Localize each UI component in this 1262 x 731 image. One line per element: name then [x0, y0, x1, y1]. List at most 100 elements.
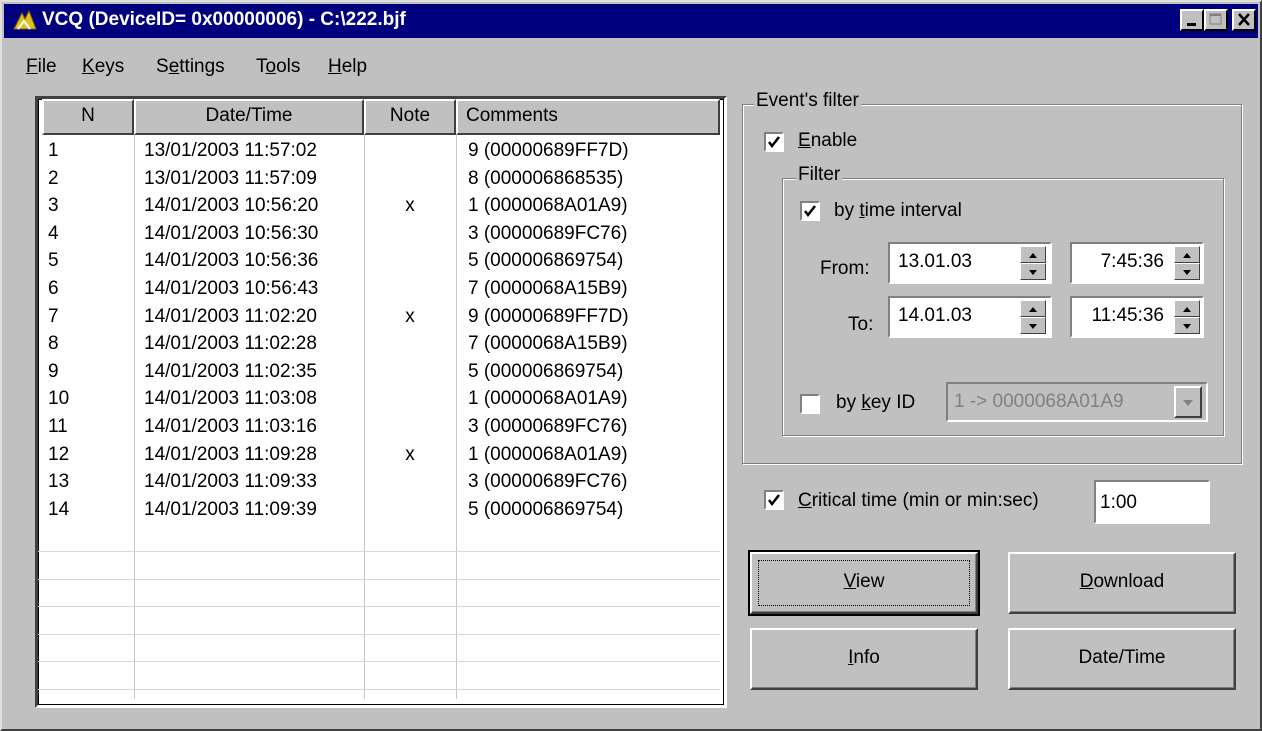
table-row[interactable]: 14 14/01/2003 11:09:39 5 (000006869754): [38, 496, 720, 524]
cell-note: [364, 413, 456, 440]
cell-n: 7: [48, 305, 59, 327]
from-label: From:: [820, 258, 870, 279]
close-button[interactable]: [1232, 9, 1256, 31]
cell-comment: 3 (00000689FC76): [468, 416, 628, 437]
cell-comment: 3 (00000689FC76): [468, 222, 628, 244]
maximize-button[interactable]: [1204, 9, 1228, 31]
row-divider: [38, 606, 720, 608]
cell-comment: 8 (000006868535): [468, 167, 624, 189]
table-row[interactable]: 7 14/01/2003 11:02:20 x 9 (00000689FF7D): [38, 303, 720, 331]
spin-up-button[interactable]: [1174, 246, 1200, 263]
download-button[interactable]: Download: [1008, 552, 1236, 614]
table-row[interactable]: 12 14/01/2003 11:09:28 x 1 (0000068A01A9): [38, 441, 720, 469]
cell-comment: 5 (000006869754): [468, 498, 624, 520]
column-header-datetime[interactable]: Date/Time: [134, 99, 364, 135]
cell-comment: 7 (0000068A15B9): [468, 333, 628, 355]
cell-comment: 9 (00000689FF7D): [468, 140, 629, 161]
cell-note: [364, 330, 456, 357]
cell-note: [364, 385, 456, 412]
to-time-spinner[interactable]: [1174, 300, 1200, 334]
from-time-picker[interactable]: 7:45:36: [1070, 242, 1204, 284]
minimize-button[interactable]: [1180, 9, 1204, 31]
cell-n: 12: [48, 443, 70, 465]
spin-down-button[interactable]: [1020, 263, 1046, 280]
row-divider: [38, 578, 720, 580]
close-icon: [1238, 13, 1250, 26]
info-button[interactable]: Info: [750, 628, 978, 690]
column-header-comments[interactable]: Comments: [456, 99, 720, 135]
title-bar[interactable]: VCQ (DeviceID= 0x00000006) - C:\222.bjf: [4, 4, 1258, 38]
column-header-n[interactable]: N: [42, 99, 134, 135]
from-time-spinner[interactable]: [1174, 246, 1200, 280]
menu-settings[interactable]: Settings: [156, 56, 225, 78]
enable-label: Enable: [798, 130, 858, 151]
menu-file[interactable]: File: [26, 56, 57, 78]
cell-note: x: [405, 195, 415, 217]
table-row[interactable]: 4 14/01/2003 10:56:30 3 (00000689FC76): [38, 220, 720, 248]
table-row[interactable]: 1 13/01/2003 11:57:02 9 (00000689FF7D): [38, 137, 720, 165]
cell-note: [364, 220, 456, 247]
from-date-picker[interactable]: 13.01.03: [888, 242, 1052, 284]
cell-datetime: 14/01/2003 11:09:33: [144, 471, 317, 493]
arrow-down-icon: [1183, 270, 1191, 275]
key-id-select[interactable]: 1 -> 0000068A01A9: [946, 382, 1208, 422]
key-id-dropdown-button[interactable]: [1174, 386, 1202, 418]
table-row[interactable]: 3 14/01/2003 10:56:20 x 1 (0000068A01A9): [38, 192, 720, 220]
to-time-picker[interactable]: 11:45:36: [1070, 296, 1204, 338]
cell-datetime: 14/01/2003 10:56:20: [144, 195, 319, 217]
minimize-icon: [1187, 23, 1196, 26]
menu-help[interactable]: Help: [328, 56, 367, 78]
checkmark-icon: [804, 205, 816, 218]
table-row[interactable]: 13 14/01/2003 11:09:33 3 (00000689FC76): [38, 468, 720, 496]
spin-up-button[interactable]: [1020, 246, 1046, 263]
main-window: VCQ (DeviceID= 0x00000006) - C:\222.bjf …: [0, 0, 1262, 731]
arrow-down-icon: [1183, 324, 1191, 329]
cell-note: x: [405, 443, 415, 465]
cell-n: 4: [48, 222, 59, 244]
event-list[interactable]: N Date/Time Note Comments 1 13/01/2003 11…: [35, 96, 727, 708]
cell-n: 5: [48, 250, 59, 272]
key-id-label: by key ID: [836, 392, 916, 413]
time-interval-label: by time interval: [834, 200, 962, 221]
table-row[interactable]: 2 13/01/2003 11:57:09 8 (000006868535): [38, 165, 720, 193]
critical-time-input[interactable]: 1:00: [1094, 480, 1210, 524]
cell-comment: 5 (000006869754): [468, 250, 624, 272]
cell-note: [364, 468, 456, 495]
from-date-spinner[interactable]: [1020, 246, 1046, 280]
cell-note: [364, 247, 456, 274]
table-row[interactable]: 5 14/01/2003 10:56:36 5 (000006869754): [38, 247, 720, 275]
spin-up-button[interactable]: [1174, 300, 1200, 317]
time-interval-checkbox[interactable]: [800, 201, 820, 221]
key-id-checkbox[interactable]: [800, 394, 820, 414]
menu-keys[interactable]: Keys: [82, 56, 124, 78]
arrow-up-icon: [1183, 307, 1191, 312]
spin-down-button[interactable]: [1174, 263, 1200, 280]
cell-datetime: 13/01/2003 11:57:09: [144, 167, 317, 189]
cell-comment: 1 (0000068A01A9): [468, 388, 628, 410]
cell-comment: 5 (000006869754): [468, 360, 624, 382]
table-row[interactable]: 8 14/01/2003 11:02:28 7 (0000068A15B9): [38, 330, 720, 358]
table-row[interactable]: 9 14/01/2003 11:02:35 5 (000006869754): [38, 358, 720, 386]
menu-tools[interactable]: Tools: [256, 56, 300, 78]
cell-note: [364, 165, 456, 192]
cell-comment: 7 (0000068A15B9): [468, 278, 628, 299]
table-row[interactable]: 6 14/01/2003 10:56:43 7 (0000068A15B9): [38, 275, 720, 303]
cell-n: 10: [48, 388, 70, 410]
view-button[interactable]: View: [748, 550, 980, 616]
to-date-spinner[interactable]: [1020, 300, 1046, 334]
column-header-note[interactable]: Note: [364, 99, 456, 135]
cell-n: 3: [48, 195, 59, 217]
critical-time-checkbox[interactable]: [764, 490, 784, 510]
cell-n: 9: [48, 360, 59, 382]
spin-down-button[interactable]: [1020, 317, 1046, 334]
table-row[interactable]: 11 14/01/2003 11:03:16 3 (00000689FC76): [38, 413, 720, 441]
spin-up-button[interactable]: [1020, 300, 1046, 317]
datetime-button[interactable]: Date/Time: [1008, 628, 1236, 690]
to-date-picker[interactable]: 14.01.03: [888, 296, 1052, 338]
window-title: VCQ (DeviceID= 0x00000006) - C:\222.bjf: [42, 9, 406, 30]
cell-n: 14: [48, 498, 70, 520]
enable-checkbox[interactable]: [764, 132, 784, 152]
spin-down-button[interactable]: [1174, 317, 1200, 334]
cell-note: [364, 137, 456, 164]
table-row[interactable]: 10 14/01/2003 11:03:08 1 (0000068A01A9): [38, 385, 720, 413]
